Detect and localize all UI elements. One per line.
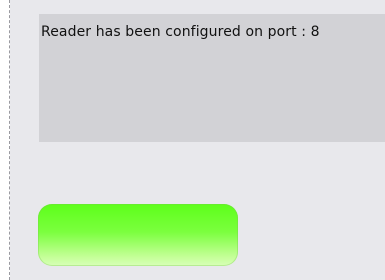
reader-config-window: Reader has been configured on port : 8 bbox=[0, 0, 385, 280]
status-indicator-button[interactable] bbox=[38, 204, 238, 266]
content-area: Reader has been configured on port : 8 bbox=[10, 0, 385, 280]
status-message: Reader has been configured on port : 8 bbox=[41, 24, 320, 40]
message-panel: Reader has been configured on port : 8 bbox=[39, 14, 385, 142]
